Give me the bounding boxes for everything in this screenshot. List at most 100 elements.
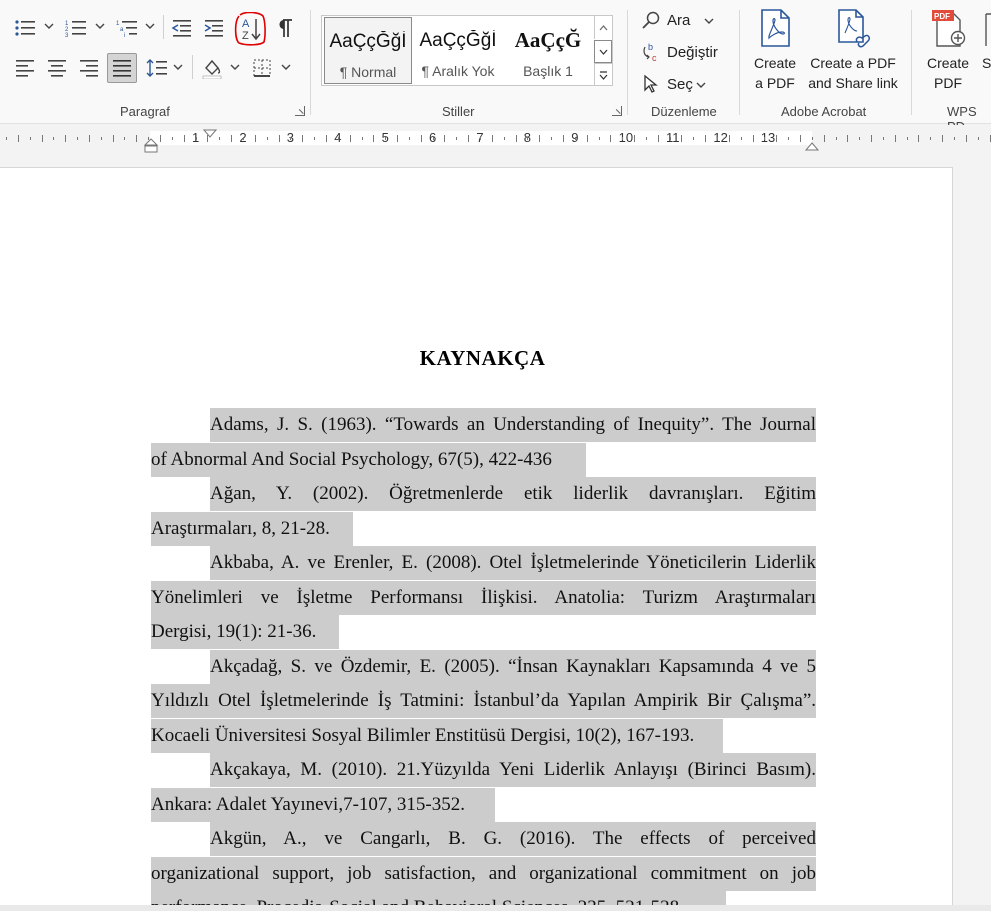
horizontal-scrollbar[interactable] [0, 905, 991, 911]
ruler-number: 13 [760, 130, 776, 145]
ruler-tick [409, 137, 410, 140]
reference-line[interactable]: Kocaeli Üniversitesi Sosyal Bilimler Ens… [151, 719, 694, 753]
find-label: Ara [667, 11, 691, 29]
document-page[interactable]: KAYNAKÇA Adams, J. S. (1963). “Towards a… [0, 167, 953, 911]
style-heading-1[interactable]: AaÇçĞ Başlık 1 [504, 17, 592, 84]
style-name: ¶ Aralık Yok [421, 63, 495, 79]
multilevel-list-icon[interactable]: 1ai [116, 17, 138, 39]
ruler-tick [942, 135, 943, 142]
ruler-tick [504, 137, 505, 140]
align-center-icon[interactable] [46, 57, 68, 79]
style-no-spacing[interactable]: AaÇçĞğİ ¶ Aralık Yok [414, 17, 502, 84]
group-separator [627, 10, 628, 115]
reference-entry[interactable]: Akçadağ, S. ve Özdemir, E. (2005). “İnsa… [210, 650, 816, 684]
reference-entry[interactable]: Ağan, Y. (2002). Öğretmenlerde etik lide… [210, 477, 816, 511]
ruler-tick [456, 137, 457, 140]
gallery-scroll-up[interactable] [594, 16, 612, 39]
create-share-line1: Create a PDF [810, 55, 896, 71]
svg-text:PDF: PDF [934, 12, 950, 21]
shading-dropdown[interactable] [230, 63, 240, 73]
create-pdf-button[interactable]: Create a PDF [747, 8, 803, 93]
shading-icon[interactable] [201, 57, 223, 79]
borders-dropdown[interactable] [281, 63, 291, 73]
ruler-tick [89, 135, 90, 142]
group-label-acrobat: Adobe Acrobat [781, 104, 867, 119]
vertical-scrollbar[interactable] [975, 155, 991, 911]
right-indent-marker[interactable] [804, 138, 820, 156]
select-label: Seç [667, 75, 693, 93]
align-right-icon[interactable] [78, 57, 100, 79]
sort-az-icon[interactable]: A Z [233, 12, 267, 46]
align-left-icon[interactable] [14, 57, 36, 79]
ruler-tick [101, 137, 102, 140]
ruler-tick [350, 135, 351, 142]
style-normal[interactable]: AaÇçĞğİ ¶ Normal [324, 17, 412, 84]
ruler-tick [610, 135, 611, 142]
increase-indent-icon[interactable] [203, 17, 225, 39]
reference-entry[interactable]: Akbaba, A. ve Erenler, E. (2008). Otel İ… [210, 546, 816, 580]
ruler-tick [196, 137, 197, 140]
reference-line[interactable]: Araştırmaları, 8, 21-28. [151, 512, 330, 546]
line-spacing-icon[interactable] [146, 57, 168, 79]
reference-line[interactable]: Dergisi, 19(1): 21-36. [151, 615, 316, 649]
bullets-dropdown[interactable] [44, 22, 54, 32]
styles-gallery[interactable]: AaÇçĞğİ ¶ Normal AaÇçĞğİ ¶ Aralık Yok Aa… [321, 15, 613, 86]
line-spacing-dropdown[interactable] [173, 63, 183, 73]
first-line-indent-marker[interactable] [202, 125, 218, 143]
ruler-tick [77, 137, 78, 140]
borders-icon[interactable] [251, 57, 273, 79]
reference-line[interactable]: Yıldızlı Otel İşletmelerinde İş Tatmini:… [151, 684, 816, 718]
ruler-tick [729, 135, 730, 142]
ruler-tick [172, 137, 173, 140]
wps-partial-button[interactable]: S [982, 8, 991, 73]
ruler-tick [6, 137, 7, 140]
wps-create-pdf-button[interactable]: PDF Create PDF [920, 8, 976, 93]
numbering-dropdown[interactable] [95, 22, 105, 32]
multilevel-dropdown[interactable] [145, 22, 155, 32]
ruler-tick [539, 135, 540, 142]
ruler-tick [42, 135, 43, 142]
styles-dialog-launcher[interactable] [612, 106, 622, 116]
reference-entry[interactable]: Akçakaya, M. (2010). 21.Yüzyılda Yeni Li… [210, 753, 816, 787]
ruler-tick [563, 135, 564, 142]
reference-entry[interactable]: Akgün, A., ve Cangarlı, B. G. (2016). Th… [210, 822, 816, 856]
ribbon: 123 1ai A Z Paragraf AaÇçĞğİ ¶ Normal Aa… [0, 0, 991, 134]
style-name: Başlık 1 [523, 63, 573, 79]
reference-entry[interactable]: Adams, J. S. (1963). “Towards an Underst… [210, 408, 816, 442]
separator [192, 55, 193, 79]
chevron-down-icon [704, 12, 714, 29]
ruler-tick [480, 137, 481, 140]
ruler-tick [587, 135, 588, 142]
ruler-number: 11 [666, 130, 680, 145]
bullets-icon[interactable] [14, 17, 36, 39]
reference-line[interactable]: Yönelimleri ve İşletme Performansı İlişk… [151, 581, 816, 615]
create-pdf-line1: Create [753, 55, 797, 71]
ruler-tick [362, 137, 363, 140]
group-separator [739, 10, 740, 115]
reference-line[interactable]: of Abnormal And Social Psychology, 67(5)… [151, 443, 552, 477]
ruler-tick [243, 137, 244, 140]
ruler-tick [859, 137, 860, 140]
find-button[interactable]: Ara [641, 8, 714, 32]
ruler-tick [65, 135, 66, 142]
paragraph-dialog-launcher[interactable] [295, 106, 305, 116]
ruler-tick [575, 137, 576, 140]
gallery-scroll-down[interactable] [594, 40, 612, 63]
decrease-indent-icon[interactable] [171, 17, 193, 39]
reference-line[interactable]: Ankara: Adalet Yayınevi,7-107, 315-352. [151, 788, 465, 822]
ruler-tick [290, 137, 291, 140]
reference-line[interactable]: organizational support, job satisfaction… [151, 857, 816, 891]
justify-icon[interactable] [107, 53, 137, 83]
ruler-tick [219, 137, 220, 140]
ruler-tick [160, 135, 161, 142]
replace-button[interactable]: bc Değiştir [641, 40, 718, 64]
gallery-more[interactable] [594, 63, 612, 86]
ruler-tick [918, 135, 919, 142]
pilcrow-icon[interactable] [274, 17, 296, 39]
select-button[interactable]: Seç [641, 72, 706, 96]
document-area[interactable]: KAYNAKÇA Adams, J. S. (1963). “Towards a… [0, 155, 991, 911]
create-share-pdf-button[interactable]: Create a PDF and Share link [804, 8, 902, 93]
wps-create-line2: PDF [934, 75, 962, 91]
horizontal-ruler[interactable]: 12345678910111213 [0, 125, 991, 155]
numbering-icon[interactable]: 123 [65, 17, 87, 39]
